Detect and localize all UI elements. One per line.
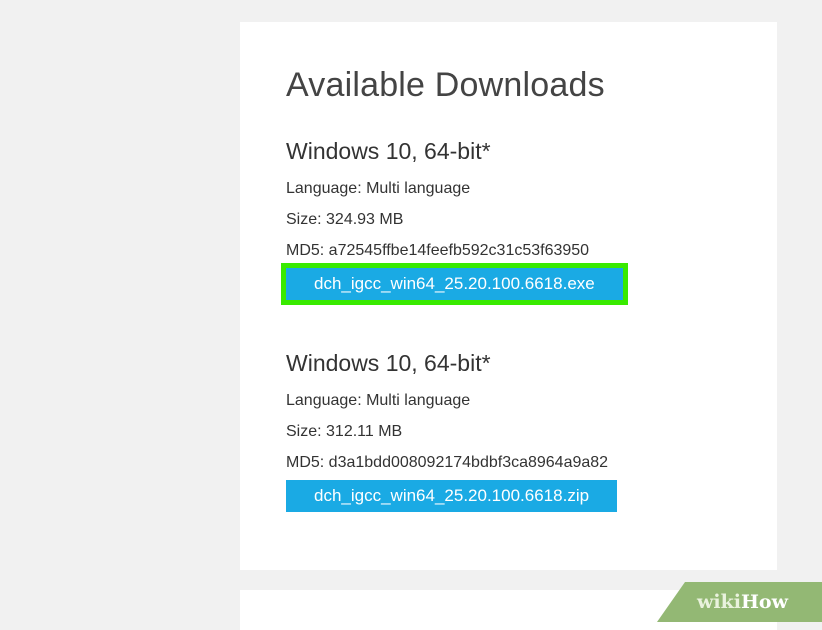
size-text: Size: 324.93 MB xyxy=(286,211,404,228)
download-section-zip: Windows 10, 64-bit* Language: Multi lang… xyxy=(286,350,618,512)
download-zip-button[interactable]: dch_igcc_win64_25.20.100.6618.zip xyxy=(286,480,618,512)
wikihow-watermark: wikiHow xyxy=(657,582,822,622)
download-heading: Windows 10, 64-bit* xyxy=(286,350,491,376)
watermark-wiki: wiki xyxy=(697,591,741,613)
page-title: Available Downloads xyxy=(286,66,605,104)
md5-text: MD5: a72545ffbe14feefb592c31c53f63950 xyxy=(286,242,590,259)
download-heading: Windows 10, 64-bit* xyxy=(286,138,491,164)
download-exe-button[interactable]: dch_igcc_win64_25.20.100.6618.exe xyxy=(281,263,628,305)
watermark-how: How xyxy=(740,591,788,613)
download-section-exe: Windows 10, 64-bit* Language: Multi lang… xyxy=(281,138,628,305)
language-text: Language: Multi language xyxy=(286,180,471,197)
size-text: Size: 312.11 MB xyxy=(286,423,403,440)
md5-text: MD5: d3a1bdd008092174bdbf3ca8964a9a82 xyxy=(286,454,609,471)
language-text: Language: Multi language xyxy=(286,392,471,409)
downloads-card: Available Downloads Windows 10, 64-bit* … xyxy=(240,22,777,570)
